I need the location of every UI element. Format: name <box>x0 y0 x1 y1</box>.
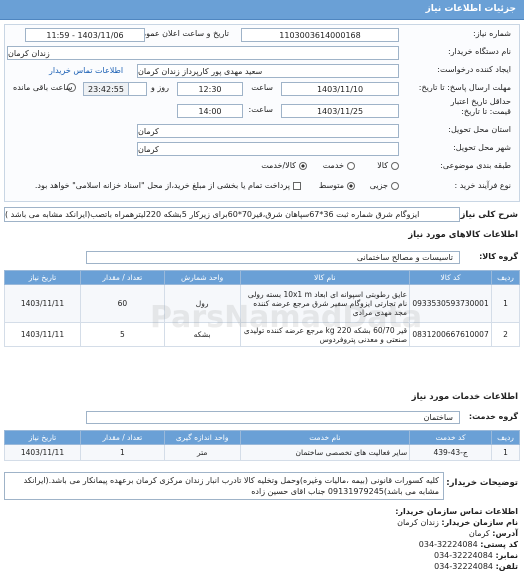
cell-date: 1403/11/11 <box>4 444 81 461</box>
col-index: ردیف <box>491 270 520 285</box>
buyer-org-label: نام دستگاه خریدار: <box>448 47 511 56</box>
table-row: 1 0933530593730001 عایق رطوبتی اسپوانه ا… <box>4 284 520 323</box>
cell-index: 1 <box>491 444 520 461</box>
cell-code: ج-43-439 <box>409 444 493 461</box>
col-date: تاریخ نیاز <box>4 270 81 285</box>
cell-code: 0831200667610007 <box>409 322 493 347</box>
services-section-title: اطلاعات خدمات مورد نیاز <box>411 392 518 402</box>
min-validity-label: حداقل تاریخ اعتبار <box>450 97 511 106</box>
buyer-contact-fax: نمابر: 32224084-034 <box>434 551 518 560</box>
reply-time-field: 12:30 <box>177 82 243 96</box>
min-validity-label-2: قیمت: تا تاریخ: <box>461 107 511 116</box>
radio-selected-icon <box>299 161 307 170</box>
col-unit: واحد اندازه گیری <box>163 430 241 445</box>
cell-index: 2 <box>491 322 520 347</box>
table-row: 1 ج-43-439 سایر فعالیت های تخصصی ساختمان… <box>4 444 520 461</box>
col-code: کد خدمت <box>409 430 493 445</box>
radio-selected-icon <box>347 181 355 190</box>
table-row: 2 0831200667610007 قیر 60/70 بشکه 220 kg… <box>4 322 520 347</box>
reply-date-field: 1403/11/10 <box>281 82 399 96</box>
buyer-org-field: زندان کرمان <box>7 46 399 60</box>
province-label: استان محل تحویل: <box>448 125 511 134</box>
services-table-header: ردیف کد خدمت نام خدمت واحد اندازه گیری ت… <box>4 430 520 445</box>
goods-section-title: اطلاعات کالاهای مورد نیاز <box>408 230 518 240</box>
cell-date: 1403/11/11 <box>4 322 81 347</box>
services-table: ردیف کد خدمت نام خدمت واحد اندازه گیری ت… <box>4 430 520 461</box>
col-code: کد کالا <box>409 270 493 285</box>
need-number-label: شماره نیاز: <box>473 29 511 38</box>
cell-code: 0933530593730001 <box>409 284 493 323</box>
col-name: نام خدمت <box>239 430 411 445</box>
need-number-field: 1103003614000168 <box>241 28 399 42</box>
buyer-contact-phone: تلفن: 32224084-034 <box>434 562 518 571</box>
creator-label: ایجاد کننده درخواست: <box>437 65 511 74</box>
cell-name: سایر فعالیت های تخصصی ساختمان <box>239 444 411 461</box>
category-option-service[interactable]: خدمت <box>323 161 355 170</box>
services-group-field: ساختمان <box>86 411 460 424</box>
radio-icon <box>347 161 355 170</box>
buyer-notes-field: کلیه کسورات قانونی (بیمه ،مالیات وغیره)و… <box>4 472 444 500</box>
purchase-option-minor[interactable]: جزیی <box>370 181 399 190</box>
treasury-payment-checkbox[interactable]: پرداخت تمام یا بخشی از مبلغ خرید،از محل … <box>35 181 301 190</box>
cell-qty: 1 <box>79 444 165 461</box>
cell-qty: 60 <box>79 284 165 323</box>
province-field: کرمان <box>137 124 399 138</box>
reply-deadline-label: مهلت ارسال پاسخ: تا تاریخ: <box>418 83 511 92</box>
category-label: طبقه بندی موضوعی: <box>440 161 511 170</box>
creator-field: سعید مهدی پور کارپرداز زندان کرمان <box>137 64 399 78</box>
buyer-contact-link[interactable]: اطلاعات تماس خریدار <box>49 66 123 75</box>
announce-label: تاریخ و ساعت اعلان عمومی: <box>132 29 229 38</box>
col-unit: واحد شمارش <box>163 270 241 285</box>
buyer-notes-label: توضیحات خریدار: <box>446 478 518 488</box>
goods-table: ردیف کد کالا نام کالا واحد شمارش تعداد /… <box>4 270 520 347</box>
cell-index: 1 <box>491 284 520 323</box>
cell-unit: متر <box>163 444 241 461</box>
buyer-contact-postal: کد پستی: 32224084-034 <box>418 540 518 549</box>
col-qty: تعداد / مقدار <box>79 270 165 285</box>
cell-unit: بشکه <box>163 322 241 347</box>
remaining-time-field: 23:42:55 <box>83 82 129 96</box>
purchase-type-label: نوع فرآیند خرید : <box>454 181 511 190</box>
announce-field: 1403/11/06 - 11:59 <box>25 28 145 42</box>
category-option-both[interactable]: کالا/خدمت <box>261 161 307 170</box>
general-desc-label: شرح کلی نیاز: <box>457 210 518 220</box>
cell-date: 1403/11/11 <box>4 284 81 323</box>
page-header: جزئیات اطلاعات نیاز <box>0 0 524 20</box>
cell-name: عایق رطوبتی اسپوانه ای ابعاد 10x1 m بسته… <box>239 284 411 323</box>
general-desc-field: ایزوگام شرق شماره ثبت 36*67سپاهان شرق،قی… <box>4 207 460 222</box>
city-label: شهر محل تحویل: <box>453 143 511 152</box>
col-date: تاریخ نیاز <box>4 430 81 445</box>
cell-name: قیر 60/70 بشکه 220 kg مرجع عرضه کننده تو… <box>239 322 411 347</box>
need-info-panel: شماره نیاز: 1103003614000168 تاریخ و ساع… <box>4 24 520 202</box>
buyer-contact-org: نام سازمان خریدار: زندان کرمان <box>397 518 518 527</box>
category-option-goods[interactable]: کالا <box>377 161 399 170</box>
col-qty: تعداد / مقدار <box>79 430 165 445</box>
goods-table-header: ردیف کد کالا نام کالا واحد شمارش تعداد /… <box>4 270 520 285</box>
purchase-option-medium[interactable]: متوسط <box>319 181 355 190</box>
cell-qty: 5 <box>79 322 165 347</box>
remaining-label: ساعت باقی مانده <box>13 83 73 92</box>
days-label: روز و <box>151 83 169 92</box>
validity-time-field: 14:00 <box>177 104 243 118</box>
radio-icon <box>391 161 399 170</box>
buyer-contact-title: اطلاعات تماس سازمان خریدار: <box>395 507 518 516</box>
col-name: نام کالا <box>239 270 411 285</box>
cell-unit: رول <box>163 284 241 323</box>
page-title: جزئیات اطلاعات نیاز <box>425 4 516 14</box>
checkbox-icon <box>293 181 301 190</box>
goods-group-label: گروه کالا: <box>479 252 518 261</box>
radio-icon <box>391 181 399 190</box>
buyer-contact-address: آدرس: کرمان <box>468 529 518 538</box>
city-field: کرمان <box>137 142 399 156</box>
reply-time-label: ساعت <box>251 83 273 92</box>
validity-time-label: ساعت: <box>248 105 273 114</box>
validity-date-field: 1403/11/25 <box>281 104 399 118</box>
col-index: ردیف <box>491 430 520 445</box>
services-group-label: گروه خدمت: <box>468 412 518 421</box>
goods-group-field: تاسیسات و مصالح ساختمانی <box>86 251 460 264</box>
